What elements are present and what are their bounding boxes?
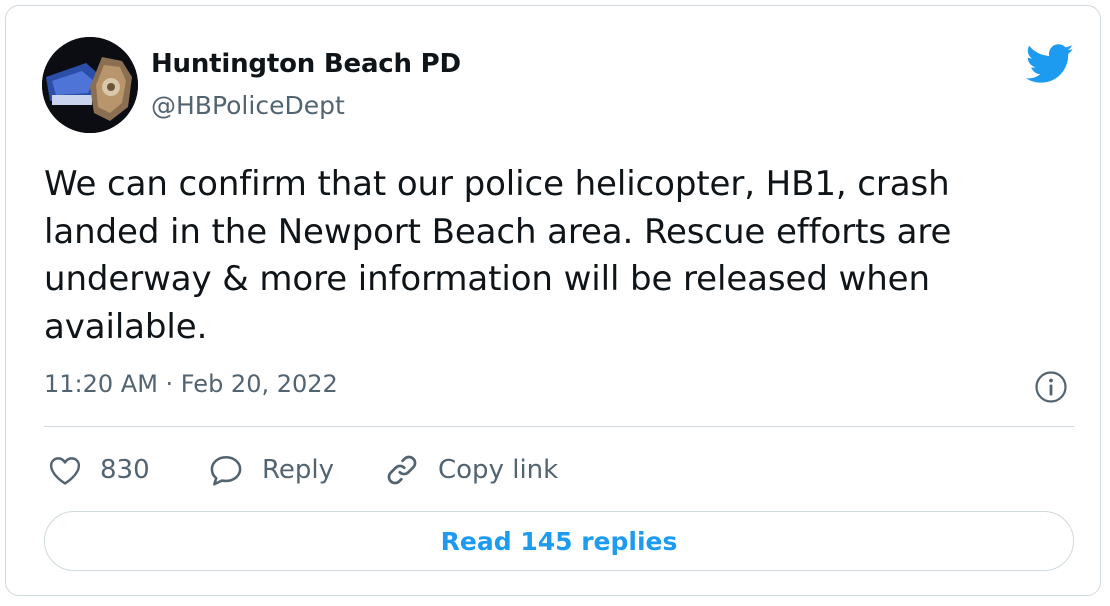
reply-label: Reply: [262, 455, 335, 485]
avatar[interactable]: [42, 37, 138, 133]
tweet-card: Huntington Beach PD @HBPoliceDept We can…: [5, 5, 1101, 596]
heart-icon: [49, 457, 81, 485]
author-display-name[interactable]: Huntington Beach PD: [151, 49, 461, 79]
link-icon: [387, 455, 417, 485]
speech-bubble-icon: [210, 455, 242, 486]
police-badge-avatar-image: [42, 37, 138, 133]
info-icon[interactable]: [1034, 370, 1068, 404]
read-replies-button[interactable]: Read 145 replies: [44, 511, 1074, 571]
copy-link-button[interactable]: Copy link: [384, 450, 558, 490]
author-handle[interactable]: @HBPoliceDept: [151, 91, 345, 120]
copy-link-label: Copy link: [438, 455, 559, 485]
like-count: 830: [100, 455, 150, 485]
twitter-bird-icon[interactable]: [1026, 44, 1074, 84]
divider: [44, 426, 1074, 427]
tweet-timestamp[interactable]: 11:20 AM · Feb 20, 2022: [44, 370, 338, 398]
tweet-text: We can confirm that our police helicopte…: [44, 164, 952, 347]
like-button[interactable]: 830: [48, 450, 150, 490]
reply-button[interactable]: Reply: [208, 450, 334, 490]
